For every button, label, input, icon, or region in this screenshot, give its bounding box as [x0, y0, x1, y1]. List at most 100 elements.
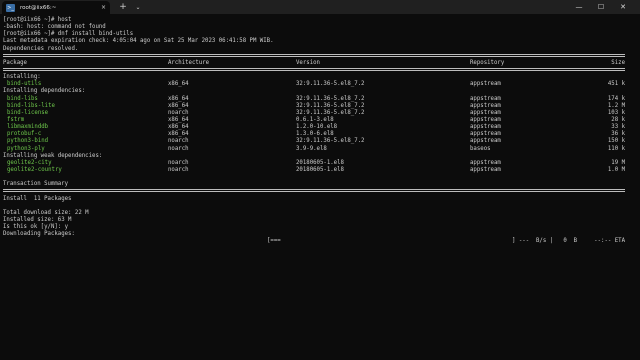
window-controls: — ☐ ✕ [568, 0, 634, 14]
package-size: 451 k [607, 81, 625, 88]
package-repo: appstream [470, 159, 501, 166]
terminal-line: [root@iix66 ~]# host [3, 17, 72, 23]
package-arch: noarch [168, 138, 189, 145]
package-repo: baseos [470, 145, 491, 152]
package-repo: appstream [470, 124, 501, 131]
section-installing: Installing: [3, 74, 41, 81]
chevron-down-icon[interactable]: ⌄ [131, 1, 145, 14]
package-repo: appstream [470, 138, 501, 145]
scrollbar[interactable] [635, 18, 638, 353]
package-arch: x86_64 [168, 116, 189, 123]
section-dependencies: Installing dependencies: [3, 88, 86, 95]
package-version: 20180605-1.el8 [296, 166, 344, 173]
section-weak-dependencies: Installing weak dependencies: [3, 152, 103, 159]
terminal-line: -bash: host: command not found [3, 24, 106, 31]
package-version: 32:9.11.36-5.el8_7.2 [296, 102, 365, 109]
package-arch: x86_64 [168, 102, 189, 109]
header-repository: Repository [470, 59, 505, 66]
package-name: python3-ply [7, 145, 45, 152]
package-repo: appstream [470, 102, 501, 109]
downloading-label: Downloading Packages: [3, 231, 75, 238]
package-arch: noarch [168, 109, 189, 116]
package-repo: appstream [470, 81, 501, 88]
package-size: 33 k [611, 124, 625, 131]
header-version: Version [296, 59, 320, 66]
package-size: 36 k [611, 131, 625, 138]
package-version: 0.6.1-3.el8 [296, 116, 334, 123]
package-version: 3.9-9.el8 [296, 145, 327, 152]
package-arch: noarch [168, 166, 189, 173]
package-repo: appstream [470, 109, 501, 116]
separator [3, 67, 637, 74]
tab-root-iix66[interactable]: >_ root@iix66:~ × [2, 1, 110, 14]
terminal-line: Last metadata expiration check: 4:05:04 … [3, 38, 274, 45]
package-size: 1.2 M [607, 102, 625, 109]
maximize-button[interactable]: ☐ [590, 0, 612, 14]
package-name: bind-license [7, 109, 49, 116]
header-package: Package [3, 59, 27, 66]
close-button[interactable]: ✕ [612, 0, 634, 14]
package-name: protobuf-c [7, 131, 42, 138]
table-row: bind-utils x86_64 32:9.11.36-5.el8_7.2 a… [3, 81, 637, 88]
table-row: bind-libs x86_64 32:9.11.36-5.el8_7.2 ap… [3, 96, 637, 103]
package-version: 32:9.11.36-5.el8_7.2 [296, 109, 365, 116]
package-size: 110 k [607, 145, 625, 152]
table-row: libmaxminddb x86_64 1.2.0-10.el8 appstre… [3, 124, 637, 131]
package-name: bind-libs-lite [7, 102, 55, 109]
table-row: bind-license noarch 32:9.11.36-5.el8_7.2… [3, 110, 637, 117]
title-bar: >_ root@iix66:~ × + ⌄ — ☐ ✕ [0, 0, 640, 14]
minimize-button[interactable]: — [568, 0, 590, 14]
table-header: Package Architecture Version Repository … [3, 60, 637, 67]
package-name: python3-bind [7, 138, 49, 145]
package-repo: appstream [470, 131, 501, 138]
package-version: 32:9.11.36-5.el8_7.2 [296, 95, 365, 102]
package-size: 150 k [607, 138, 625, 145]
table-row: python3-ply noarch 3.9-9.el8 baseos 110 … [3, 146, 637, 153]
table-row: bind-libs-lite x86_64 32:9.11.36-5.el8_7… [3, 103, 637, 110]
terminal-icon: >_ [6, 3, 15, 12]
package-repo: appstream [470, 116, 501, 123]
summary-install: Install 11 Packages [3, 195, 72, 202]
package-size: 28 k [611, 116, 625, 123]
package-repo: appstream [470, 95, 501, 102]
package-arch: x86_64 [168, 124, 189, 131]
package-name: bind-utils [7, 81, 42, 88]
package-size: 19 M [611, 159, 625, 166]
separator [3, 53, 637, 60]
package-name: libmaxminddb [7, 124, 49, 131]
package-size: 1.0 M [607, 166, 625, 173]
package-size: 174 k [607, 95, 625, 102]
terminal-line: Dependencies resolved. [3, 45, 79, 52]
table-row: geolite2-city noarch 20180605-1.el8 apps… [3, 160, 637, 167]
table-row: fstrm x86_64 0.6.1-3.el8 appstream 28 k [3, 117, 637, 124]
tab-title: root@iix66:~ [20, 4, 57, 11]
package-version: 32:9.11.36-5.el8_7.2 [296, 138, 365, 145]
new-tab-button[interactable]: + [116, 1, 130, 14]
package-name: bind-libs [7, 95, 38, 102]
package-version: 1.2.0-10.el8 [296, 124, 338, 131]
progress-stats: ] --- B/s | 0 B --:-- ETA [512, 238, 625, 245]
header-architecture: Architecture [168, 59, 210, 66]
package-name: fstrm [7, 116, 25, 123]
package-arch: x86_64 [168, 95, 189, 102]
package-arch: x86_64 [168, 131, 189, 138]
terminal-window: >_ root@iix66:~ × + ⌄ — ☐ ✕ [root@iix66 … [0, 0, 640, 360]
package-version: 1.3.0-6.el8 [296, 131, 334, 138]
summary-title: Transaction Summary [3, 181, 69, 188]
header-size: Size [611, 59, 625, 66]
terminal-output[interactable]: [root@iix66 ~]# host -bash: host: comman… [3, 17, 637, 357]
package-arch: x86_64 [168, 81, 189, 88]
confirm-prompt: Is this ok [y/N]: y [3, 224, 69, 231]
table-row: protobuf-c x86_64 1.3.0-6.el8 appstream … [3, 131, 637, 138]
package-name: geolite2-country [7, 166, 62, 173]
table-row: geolite2-country noarch 20180605-1.el8 a… [3, 167, 637, 174]
package-repo: appstream [470, 166, 501, 173]
progress-line: [=== ] --- B/s | 0 B --:-- ETA [3, 238, 637, 245]
package-version: 32:9.11.36-5.el8_7.2 [296, 81, 365, 88]
tab-close-icon[interactable]: × [101, 4, 106, 11]
summary-download-size: Total download size: 22 M [3, 209, 89, 216]
package-size: 103 k [607, 109, 625, 116]
package-version: 20180605-1.el8 [296, 159, 344, 166]
